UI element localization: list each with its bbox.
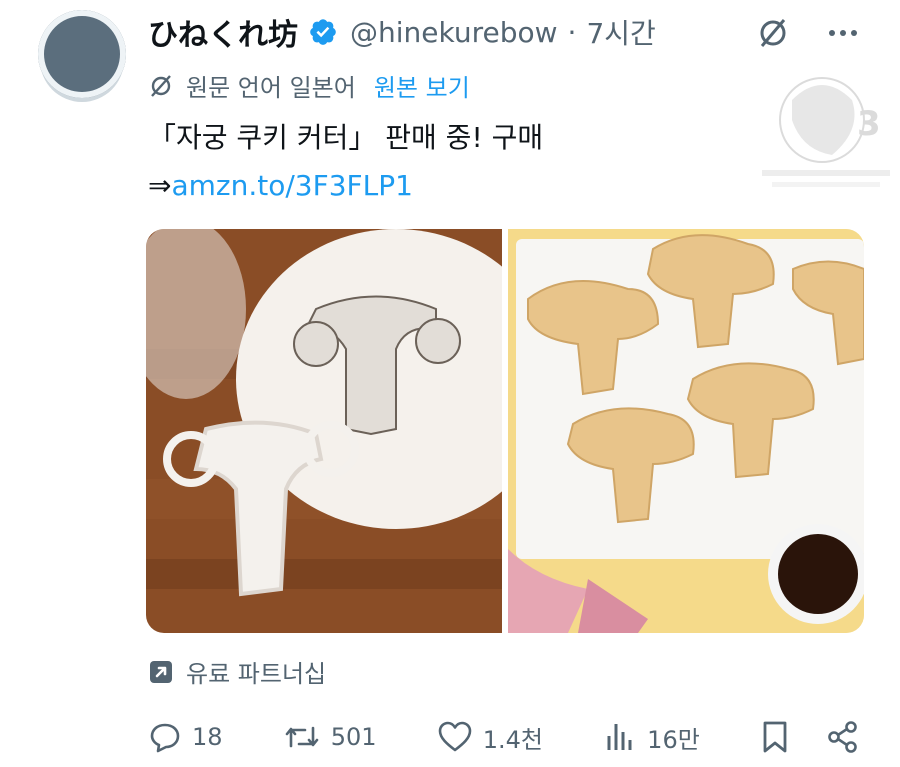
retweet-button[interactable]: 501 — [283, 720, 377, 754]
tweet-line-1: 「자궁 쿠키 커터」 판매 중! 구매 — [148, 121, 544, 154]
action-bar: 18 501 1.4천 16만 — [148, 718, 860, 756]
tweet-header: ひねくれ坊 @hinekurebow · 7시간 — [148, 12, 656, 54]
like-icon — [438, 721, 472, 752]
reply-button[interactable]: 18 — [148, 720, 223, 754]
verified-icon — [310, 19, 336, 45]
translate-icon[interactable] — [756, 16, 790, 50]
timestamp[interactable]: 7시간 — [586, 12, 655, 52]
watermark-logo: 3 — [762, 77, 890, 187]
display-name[interactable]: ひねくれ坊 — [148, 10, 298, 54]
external-link-icon — [150, 660, 172, 683]
retweet-icon — [285, 726, 319, 748]
views-button[interactable]: 16만 — [603, 720, 700, 755]
paid-partnership-label: 유료 파트너십 — [186, 660, 327, 688]
translation-label: 원문 언어 일본어 — [186, 74, 356, 102]
view-count: 16만 — [647, 725, 700, 754]
media-image-1[interactable] — [146, 229, 502, 633]
tweet-line-2: ⇒amzn.to/3F3FLP1 — [148, 162, 543, 210]
share-icon[interactable] — [826, 720, 860, 754]
media-image-2[interactable] — [508, 229, 864, 633]
views-icon — [607, 724, 632, 750]
separator-dot: · — [567, 15, 577, 49]
action-bar-right — [760, 720, 860, 754]
translation-notice: 원문 언어 일본어 원본 보기 — [148, 68, 470, 103]
svg-text:3: 3 — [857, 104, 881, 144]
retweet-count: 501 — [330, 723, 377, 751]
handle[interactable]: @hinekurebow — [350, 16, 558, 49]
tweet-text: 「자궁 쿠키 커터」 판매 중! 구매 ⇒amzn.to/3F3FLP1 — [148, 114, 543, 210]
translate-small-icon — [151, 74, 171, 97]
avatar[interactable] — [38, 10, 126, 98]
like-button[interactable]: 1.4천 — [437, 720, 543, 755]
reply-count: 18 — [192, 723, 223, 751]
top-actions — [756, 16, 860, 50]
bookmark-icon[interactable] — [760, 720, 790, 754]
paid-partnership[interactable]: 유료 파트너십 — [148, 654, 326, 689]
arrow-glyph: ⇒ — [148, 169, 172, 202]
show-original-link[interactable]: 원본 보기 — [374, 68, 470, 103]
amazon-link[interactable]: amzn.to/3F3FLP1 — [171, 169, 412, 202]
tweet-media[interactable] — [146, 229, 864, 633]
reply-icon — [150, 723, 180, 753]
like-count: 1.4천 — [482, 725, 543, 754]
more-icon[interactable] — [826, 16, 860, 50]
